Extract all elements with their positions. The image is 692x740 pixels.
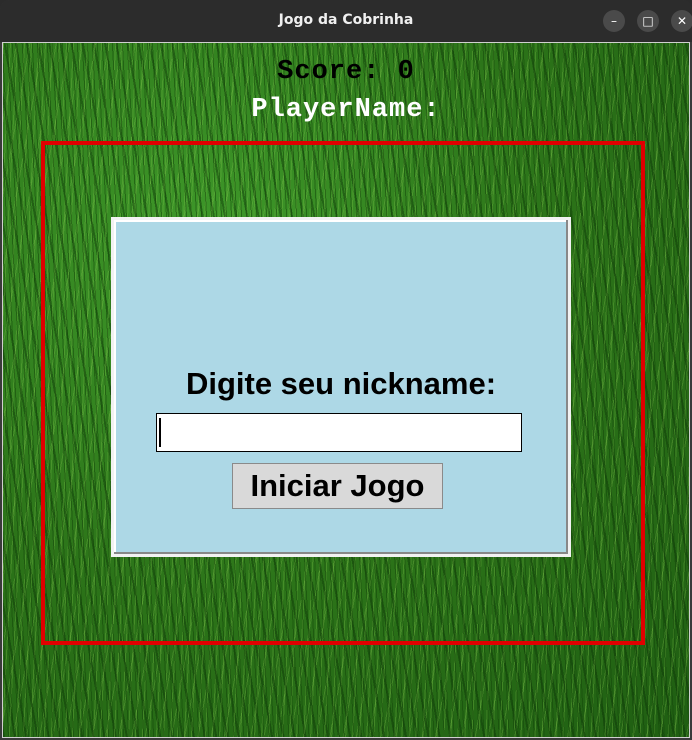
nickname-input[interactable]: [156, 413, 522, 452]
text-cursor: [159, 418, 161, 447]
start-game-button[interactable]: Iniciar Jogo: [232, 463, 443, 509]
window-title: Jogo da Cobrinha: [278, 12, 414, 28]
game-canvas: Score: 0 PlayerName: Digite seu nickname…: [2, 42, 690, 738]
nickname-dialog: Digite seu nickname: Iniciar Jogo: [111, 217, 571, 557]
player-name-label: PlayerName:: [251, 95, 441, 125]
score-label: Score: 0: [277, 57, 415, 87]
minimize-button[interactable]: –: [603, 10, 625, 32]
app-window: Jogo da Cobrinha – □ ✕ Score: 0 PlayerNa…: [0, 0, 692, 740]
maximize-button[interactable]: □: [637, 10, 659, 32]
close-button[interactable]: ✕: [671, 10, 692, 32]
nickname-prompt: Digite seu nickname:: [185, 366, 497, 401]
title-bar: Jogo da Cobrinha – □ ✕: [0, 0, 692, 42]
